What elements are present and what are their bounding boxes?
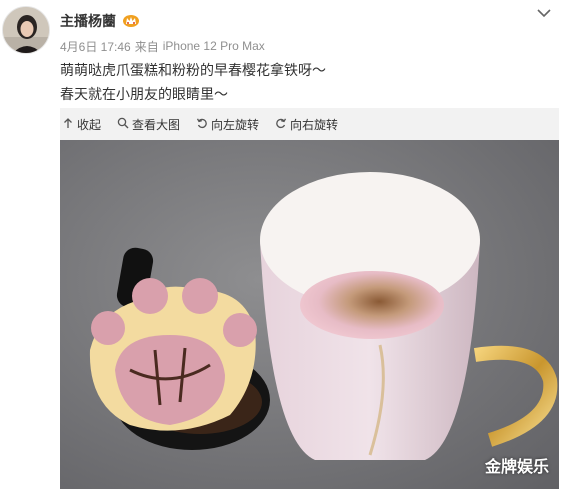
image-toolbar: 收起 查看大图 向左旋转 向右旋转 bbox=[60, 108, 559, 140]
collapse-button[interactable]: 收起 bbox=[60, 116, 101, 133]
post-text: 萌萌哒虎爪蛋糕和粉粉的早春樱花拿铁呀～ 春天就在小朋友的眼睛里～ bbox=[60, 58, 553, 106]
post-date[interactable]: 4月6日 17:46 bbox=[60, 38, 131, 55]
crown-badge-icon[interactable] bbox=[122, 14, 140, 28]
rotate-left-label: 向左旋转 bbox=[211, 117, 260, 132]
rotate-right-icon bbox=[275, 117, 287, 132]
post-line: 萌萌哒虎爪蛋糕和粉粉的早春樱花拿铁呀～ bbox=[60, 62, 326, 78]
post-photo[interactable]: 金牌娱乐 bbox=[60, 140, 559, 489]
rotate-right-label: 向右旋转 bbox=[290, 117, 339, 132]
post-meta: 4月6日 17:46 来自 iPhone 12 Pro Max bbox=[60, 38, 561, 54]
avatar[interactable] bbox=[2, 6, 50, 54]
source-prefix: 来自 bbox=[134, 39, 159, 54]
view-large-label: 查看大图 bbox=[132, 117, 181, 132]
chevron-down-icon[interactable] bbox=[535, 6, 553, 20]
author-name[interactable]: 主播杨蔨 bbox=[60, 11, 116, 31]
watermark-text: 金牌娱乐 bbox=[484, 459, 549, 476]
rotate-left-button[interactable]: 向左旋转 bbox=[194, 116, 259, 133]
post-line: 春天就在小朋友的眼睛里～ bbox=[60, 86, 228, 102]
arrow-up-icon bbox=[62, 117, 74, 132]
post-header: 主播杨蔨 4月6日 17:46 来自 iPhone 12 Pro Max bbox=[60, 10, 561, 54]
rotate-right-button[interactable]: 向右旋转 bbox=[273, 116, 338, 133]
device-name: iPhone 12 Pro Max bbox=[162, 39, 265, 53]
view-large-button[interactable]: 查看大图 bbox=[115, 116, 180, 133]
rotate-left-icon bbox=[196, 117, 208, 132]
search-icon bbox=[117, 117, 129, 132]
photo-illustration bbox=[60, 140, 559, 489]
collapse-label: 收起 bbox=[77, 117, 102, 132]
